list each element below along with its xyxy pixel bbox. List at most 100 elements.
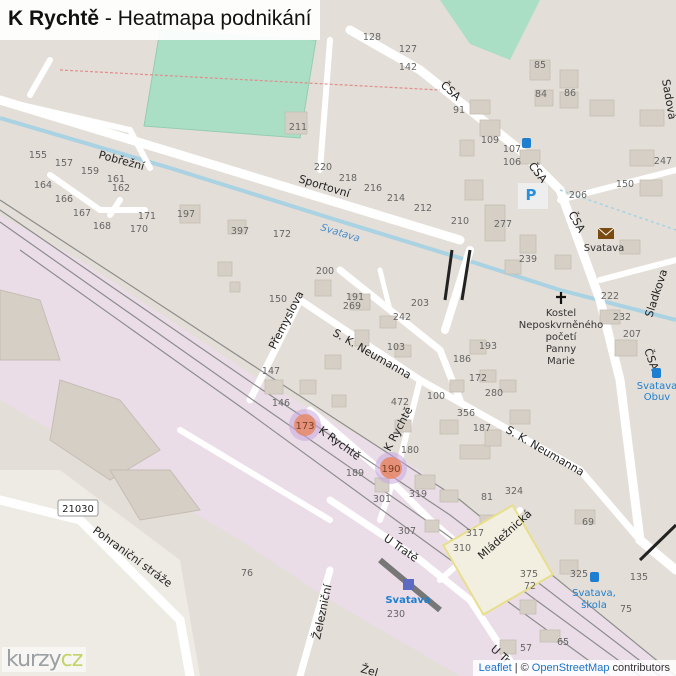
house-number: 69	[582, 517, 594, 528]
heatmap-spot-173: 173	[289, 409, 321, 441]
house-number: 150	[269, 294, 287, 305]
train-station-label: Svatava	[385, 595, 430, 606]
house-number: 222	[601, 291, 619, 302]
kurzy-logo[interactable]: kurzycz	[2, 647, 87, 672]
house-number: 187	[473, 423, 491, 434]
house-number: 91	[453, 105, 465, 116]
contributors-text: contributors	[612, 662, 670, 674]
house-number: 85	[534, 60, 546, 71]
house-number: 81	[481, 492, 493, 503]
house-number: 197	[177, 209, 195, 220]
house-number: 203	[411, 298, 429, 309]
house-number: 310	[453, 543, 471, 554]
house-number: 168	[93, 221, 111, 232]
bus-stop-skola-label: Svatava,	[572, 588, 616, 599]
house-number: 65	[557, 637, 569, 648]
title-suffix: - Heatmapa podnikání	[104, 7, 312, 30]
house-number: 103	[387, 342, 405, 353]
house-number: 155	[29, 150, 47, 161]
house-number: 218	[339, 173, 357, 184]
house-number: 220	[314, 162, 332, 173]
house-number: 277	[494, 219, 512, 230]
house-number: 325	[570, 569, 588, 580]
house-number: 142	[399, 62, 417, 73]
post-office-label: Svatava	[584, 243, 625, 254]
house-number: 150	[616, 179, 634, 190]
house-number: 172	[273, 229, 291, 240]
logo-main: kurzy	[6, 647, 62, 672]
house-number: 307	[398, 526, 416, 537]
house-number: 356	[457, 408, 475, 419]
house-number: 216	[364, 183, 382, 194]
page-title: K Rychtě - Heatmapa podnikání	[0, 0, 320, 40]
svg-text:Panny: Panny	[546, 344, 576, 355]
copyright-symbol: ©	[520, 662, 529, 674]
parking-label: P	[526, 186, 537, 204]
house-number: 127	[399, 44, 417, 55]
house-number: 397	[231, 226, 249, 237]
heatmap-label: 173	[295, 421, 314, 432]
house-number: 230	[387, 609, 405, 620]
house-number: 317	[466, 528, 484, 539]
house-number: 210	[451, 216, 469, 227]
logo-accent: cz	[60, 647, 84, 672]
house-number: 75	[620, 604, 632, 615]
svg-text:Kostel: Kostel	[546, 308, 576, 319]
house-number: 180	[401, 445, 419, 456]
house-number: 167	[73, 208, 91, 219]
house-number: 57	[520, 643, 532, 654]
title-place: K Rychtě	[8, 7, 100, 30]
bus-stop-obuv-icon[interactable]	[652, 368, 661, 378]
leaflet-link[interactable]: Leaflet	[479, 662, 512, 674]
house-number: 128	[363, 32, 381, 43]
parking-icon[interactable]: P	[518, 183, 548, 209]
bus-stop-icon[interactable]	[522, 138, 531, 148]
house-number: 135	[630, 572, 648, 583]
house-number: 242	[393, 312, 411, 323]
road-shield-21030: 21030	[57, 499, 99, 517]
house-number: 109	[481, 135, 499, 146]
house-number: 280	[485, 388, 503, 399]
house-number: 166	[55, 194, 73, 205]
house-number: 170	[130, 224, 148, 235]
map-attribution: Leaflet | © OpenStreetMap contributors	[472, 660, 676, 676]
house-number: 206	[569, 190, 587, 201]
heatmap-spot-190: 190	[375, 452, 407, 484]
bus-stop-obuv-label: Obuv	[644, 392, 671, 403]
house-number: 239	[519, 254, 537, 265]
house-number: 247	[654, 156, 672, 167]
house-number: 212	[414, 203, 432, 214]
bus-stop-skola-icon[interactable]	[590, 572, 599, 582]
map-canvas[interactable]: 173 190 Pobřežní Sportovní ČSA ČSA ČSA Č…	[0, 0, 676, 676]
house-number: 214	[387, 193, 405, 204]
house-number: 472	[391, 397, 409, 408]
house-number: 375	[520, 569, 538, 580]
house-number: 189	[346, 468, 364, 479]
train-station-icon[interactable]	[403, 579, 414, 590]
house-number: 162	[112, 183, 130, 194]
bus-stop-obuv-label: Svatava	[637, 381, 676, 392]
house-number: 319	[409, 489, 427, 500]
svg-text:Neposkvrněného: Neposkvrněného	[519, 319, 603, 331]
svg-text:početí: početí	[546, 331, 578, 343]
house-number: 172	[469, 373, 487, 384]
house-number: 186	[453, 354, 471, 365]
house-number: 301	[373, 494, 391, 505]
house-number: 269	[343, 301, 361, 312]
house-number: 106	[503, 157, 521, 168]
house-number: 324	[505, 486, 523, 497]
house-number: 211	[289, 122, 307, 133]
house-number: 84	[535, 89, 547, 100]
house-number: 76	[241, 568, 253, 579]
house-number: 200	[316, 266, 334, 277]
house-number: 164	[34, 180, 52, 191]
house-number: 232	[613, 312, 631, 323]
svg-text:Marie: Marie	[547, 356, 575, 367]
heatmap-label: 190	[381, 464, 400, 475]
house-number: 72	[524, 581, 536, 592]
osm-link[interactable]: OpenStreetMap	[532, 662, 610, 674]
map-viewport[interactable]: 173 190 Pobřežní Sportovní ČSA ČSA ČSA Č…	[0, 0, 676, 676]
house-number: 100	[427, 391, 445, 402]
house-number: 86	[564, 88, 576, 99]
house-number: 147	[262, 366, 280, 377]
